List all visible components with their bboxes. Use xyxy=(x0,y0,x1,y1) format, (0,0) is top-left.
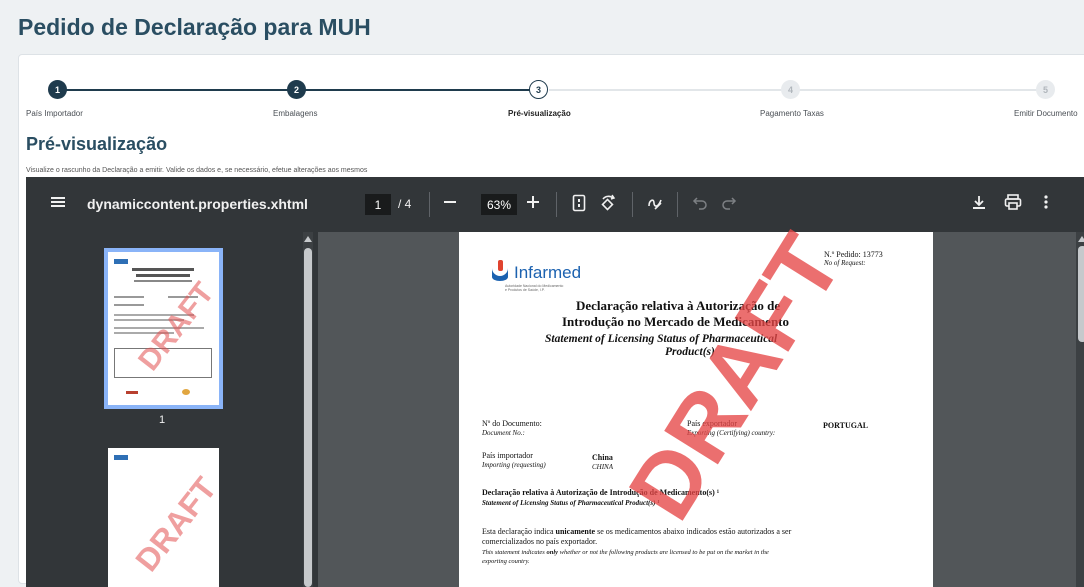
step-connector xyxy=(57,89,307,91)
declaration-paragraph-en: exporting country. xyxy=(482,558,530,565)
page-number-input[interactable]: 1 xyxy=(365,194,391,215)
annotate-icon[interactable] xyxy=(646,194,664,217)
thumbnail-page-number: 1 xyxy=(159,414,166,426)
infarmed-logo-icon xyxy=(492,260,508,281)
toolbar-divider xyxy=(429,192,430,217)
fit-page-icon[interactable] xyxy=(572,194,586,217)
file-name: dynamiccontent.properties.xhtml xyxy=(87,196,308,212)
scroll-up-arrow[interactable] xyxy=(304,236,312,242)
step-4-label: Pagamento Taxas xyxy=(760,109,824,118)
thumbnail-page-1[interactable]: DRAFT xyxy=(104,248,223,409)
page-total: / 4 xyxy=(398,197,412,211)
pdf-toolbar: dynamiccontent.properties.xhtml 1 / 4 63… xyxy=(26,177,1084,232)
step-connector xyxy=(307,89,539,91)
thumbnail-sidebar: DRAFT 1 DRAFT xyxy=(26,232,318,587)
document-scrollbar-thumb[interactable] xyxy=(1078,246,1084,342)
more-icon[interactable] xyxy=(1043,194,1049,215)
exporter-value: PORTUGAL xyxy=(823,421,869,430)
document-page: Infarmed Autoridade Nacional do Medicame… xyxy=(459,218,933,587)
redo-icon xyxy=(721,194,737,215)
step-3-label: Pré-visualização xyxy=(508,109,571,118)
thumbnail-page-2[interactable]: DRAFT xyxy=(108,448,223,587)
section-subtitle: Visualize o rascunho da Declaração a emi… xyxy=(26,167,368,174)
doc-number-label-en: Document No.: xyxy=(482,429,525,437)
step-5-label: Emitir Documento xyxy=(1014,109,1078,118)
doc-number-label: Nº do Documento: xyxy=(482,419,542,428)
toolbar-divider xyxy=(556,192,557,217)
step-1-label: País Importador xyxy=(26,109,83,118)
importer-label-en: Importing (requesting) xyxy=(482,461,546,469)
declaration-heading-en: Statement of Licensing Status of Pharmac… xyxy=(482,499,660,507)
toolbar-divider xyxy=(632,192,633,217)
zoom-in-icon[interactable] xyxy=(526,194,540,215)
zoom-input[interactable]: 63% xyxy=(481,194,517,215)
thumb-scrollbar-thumb[interactable] xyxy=(304,248,312,587)
step-2-label: Embalagens xyxy=(273,109,318,118)
draft-watermark: DRAFT xyxy=(609,218,862,537)
undo-icon xyxy=(692,194,708,215)
download-icon[interactable] xyxy=(971,194,987,215)
print-icon[interactable] xyxy=(1004,194,1022,215)
rotate-icon[interactable] xyxy=(599,194,617,217)
main-card: 1 2 3 4 5 País Importador Embalagens Pré… xyxy=(18,54,1084,587)
importer-value: China xyxy=(592,453,613,462)
logo-subtitle: e Produtos de Saúde, I.P. xyxy=(505,288,545,292)
pdf-viewer: dynamiccontent.properties.xhtml 1 / 4 63… xyxy=(26,177,1084,587)
thumb-watermark: DRAFT xyxy=(128,470,224,578)
step-1-circle[interactable]: 1 xyxy=(48,80,67,99)
declaration-paragraph-pt: comercializados no país exportador. xyxy=(482,537,598,546)
zoom-out-icon[interactable] xyxy=(443,194,457,215)
logo-text: Infarmed xyxy=(514,263,582,282)
step-5-circle: 5 xyxy=(1036,80,1055,99)
stepper: 1 2 3 4 5 País Importador Embalagens Pré… xyxy=(19,55,1084,125)
scroll-up-arrow[interactable] xyxy=(1078,236,1084,242)
step-4-circle: 4 xyxy=(781,80,800,99)
toolbar-divider xyxy=(677,192,678,217)
importer-value-en: CHINA xyxy=(592,463,613,471)
declaration-paragraph-en: This statement indicates only whether or… xyxy=(482,549,769,556)
section-title: Pré-visualização xyxy=(26,134,168,154)
step-3-circle[interactable]: 3 xyxy=(529,80,548,99)
importer-label: País importador xyxy=(482,451,533,460)
menu-icon[interactable] xyxy=(50,194,66,215)
thumb-logo xyxy=(114,259,128,264)
step-2-circle[interactable]: 2 xyxy=(287,80,306,99)
page-title: Pedido de Declaração para MUH xyxy=(18,14,371,40)
declaration-paragraph-pt: Esta declaração indica unicamente se os … xyxy=(482,527,792,536)
